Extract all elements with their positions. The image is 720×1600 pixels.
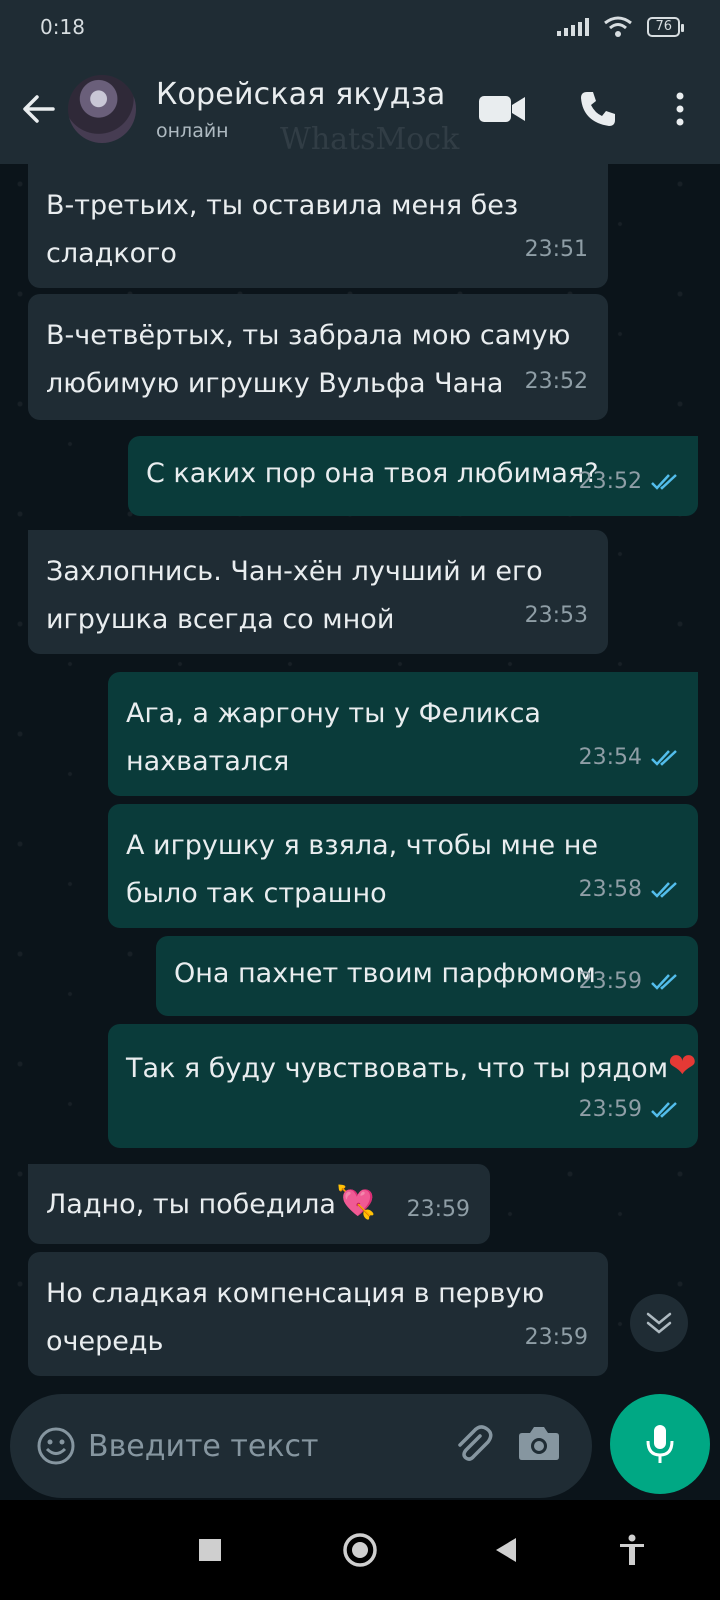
chat-header: Корейская якудза онлайн WhatsMock xyxy=(0,54,720,164)
message-time-text: 23:51 xyxy=(524,237,588,262)
mic-icon xyxy=(646,1425,674,1463)
status-time: 0:18 xyxy=(40,15,85,39)
message-time-text: 23:59 xyxy=(578,1097,642,1122)
message-text: Захлопнись. Чан-хён лучший и его игрушка… xyxy=(46,556,543,635)
back-button[interactable] xyxy=(482,1526,530,1574)
message-text: В-третьих, ты оставила меня без сладкого xyxy=(46,190,519,269)
accessibility-icon xyxy=(620,1534,644,1565)
message-time-text: 23:54 xyxy=(578,745,642,770)
watermark: WhatsMock xyxy=(280,122,460,157)
read-receipt-icon xyxy=(651,1102,677,1118)
phone-icon[interactable] xyxy=(574,88,622,130)
message-time-text: 23:52 xyxy=(524,369,588,394)
message-incoming[interactable]: В-четвёртых, ты забрала мою самую любиму… xyxy=(28,294,608,420)
wifi-icon xyxy=(604,16,633,37)
message-incoming[interactable]: Ладно, ты победила💘 23:59 xyxy=(28,1164,490,1244)
system-nav-bar xyxy=(0,1500,720,1600)
message-time: 23:54 xyxy=(579,734,680,782)
message-outgoing[interactable]: А игрушку я взяла, чтобы мне не было так… xyxy=(108,804,698,928)
message-time: 23:53 xyxy=(525,592,588,640)
message-input[interactable] xyxy=(88,1428,418,1464)
accessibility-button[interactable] xyxy=(608,1526,656,1574)
message-time: 23:51 xyxy=(525,226,588,274)
heart-emoji-icon: ❤ xyxy=(668,1046,697,1086)
square-icon xyxy=(199,1539,221,1561)
home-button[interactable] xyxy=(336,1526,384,1574)
header-actions xyxy=(478,88,690,130)
recents-button[interactable] xyxy=(186,1526,234,1574)
camera-icon[interactable] xyxy=(518,1424,560,1462)
video-call-icon[interactable] xyxy=(478,88,526,130)
message-time-text: 23:58 xyxy=(578,877,642,902)
read-receipt-icon xyxy=(651,750,677,766)
triangle-back-icon xyxy=(496,1538,516,1562)
attach-icon[interactable] xyxy=(450,1422,496,1468)
signal-icon xyxy=(557,18,590,36)
message-time-text: 23:59 xyxy=(524,1325,588,1350)
message-outgoing[interactable]: Так я буду чувствовать, что ты рядом❤ 23… xyxy=(108,1024,698,1148)
read-receipt-icon xyxy=(651,474,677,490)
circle-icon xyxy=(343,1533,377,1567)
avatar[interactable] xyxy=(68,75,136,143)
message-time: 23:59 xyxy=(579,1086,680,1134)
message-time: 23:52 xyxy=(579,458,680,506)
message-incoming[interactable]: Но сладкая компенсация в первую очередь … xyxy=(28,1252,608,1376)
message-time: 23:59 xyxy=(525,1314,588,1362)
message-text-body: Ладно, ты победила xyxy=(46,1189,336,1220)
message-time: 23:58 xyxy=(579,866,680,914)
mic-button[interactable] xyxy=(610,1394,710,1494)
status-bar: 0:18 76 xyxy=(0,0,720,54)
message-time-text: 23:59 xyxy=(578,969,642,994)
emoji-icon[interactable] xyxy=(36,1426,76,1466)
status-icons: 76 xyxy=(557,16,684,38)
message-time-text: 23:53 xyxy=(524,603,588,628)
chat-area[interactable]: В-третьих, ты оставила меня без сладкого… xyxy=(0,164,720,1384)
message-time-text: 23:59 xyxy=(406,1197,470,1222)
message-time: 23:59 xyxy=(579,958,680,1006)
battery-icon: 76 xyxy=(647,17,684,37)
message-incoming[interactable]: В-третьих, ты оставила меня без сладкого… xyxy=(28,164,608,288)
message-text-body: Так я буду чувствовать, что ты рядом xyxy=(126,1053,669,1084)
message-text: Но сладкая компенсация в первую очередь xyxy=(46,1278,545,1357)
message-outgoing[interactable]: С каких пор она твоя любимая? 23:52 xyxy=(128,436,698,516)
message-text: В-четвёртых, ты забрала мою самую любиму… xyxy=(46,320,571,399)
contact-name: Корейская якудза xyxy=(156,76,446,112)
read-receipt-icon xyxy=(651,974,677,990)
message-time-text: 23:52 xyxy=(578,469,642,494)
heart-arrow-emoji-icon: 💘 xyxy=(335,1183,376,1221)
message-incoming[interactable]: Захлопнись. Чан-хён лучший и его игрушка… xyxy=(28,530,608,654)
message-outgoing[interactable]: Она пахнет твоим парфюмом 23:59 xyxy=(156,936,698,1016)
chevron-double-down-icon xyxy=(646,1312,672,1334)
message-composer xyxy=(10,1394,592,1498)
more-vert-icon[interactable] xyxy=(670,88,690,130)
message-time: 23:59 xyxy=(407,1186,470,1234)
read-receipt-icon xyxy=(651,882,677,898)
message-outgoing[interactable]: Ага, а жаргону ты у Феликса нахватался 2… xyxy=(108,672,698,796)
message-time: 23:52 xyxy=(525,358,588,406)
back-arrow-icon[interactable] xyxy=(12,83,64,135)
scroll-down-button[interactable] xyxy=(630,1294,688,1352)
